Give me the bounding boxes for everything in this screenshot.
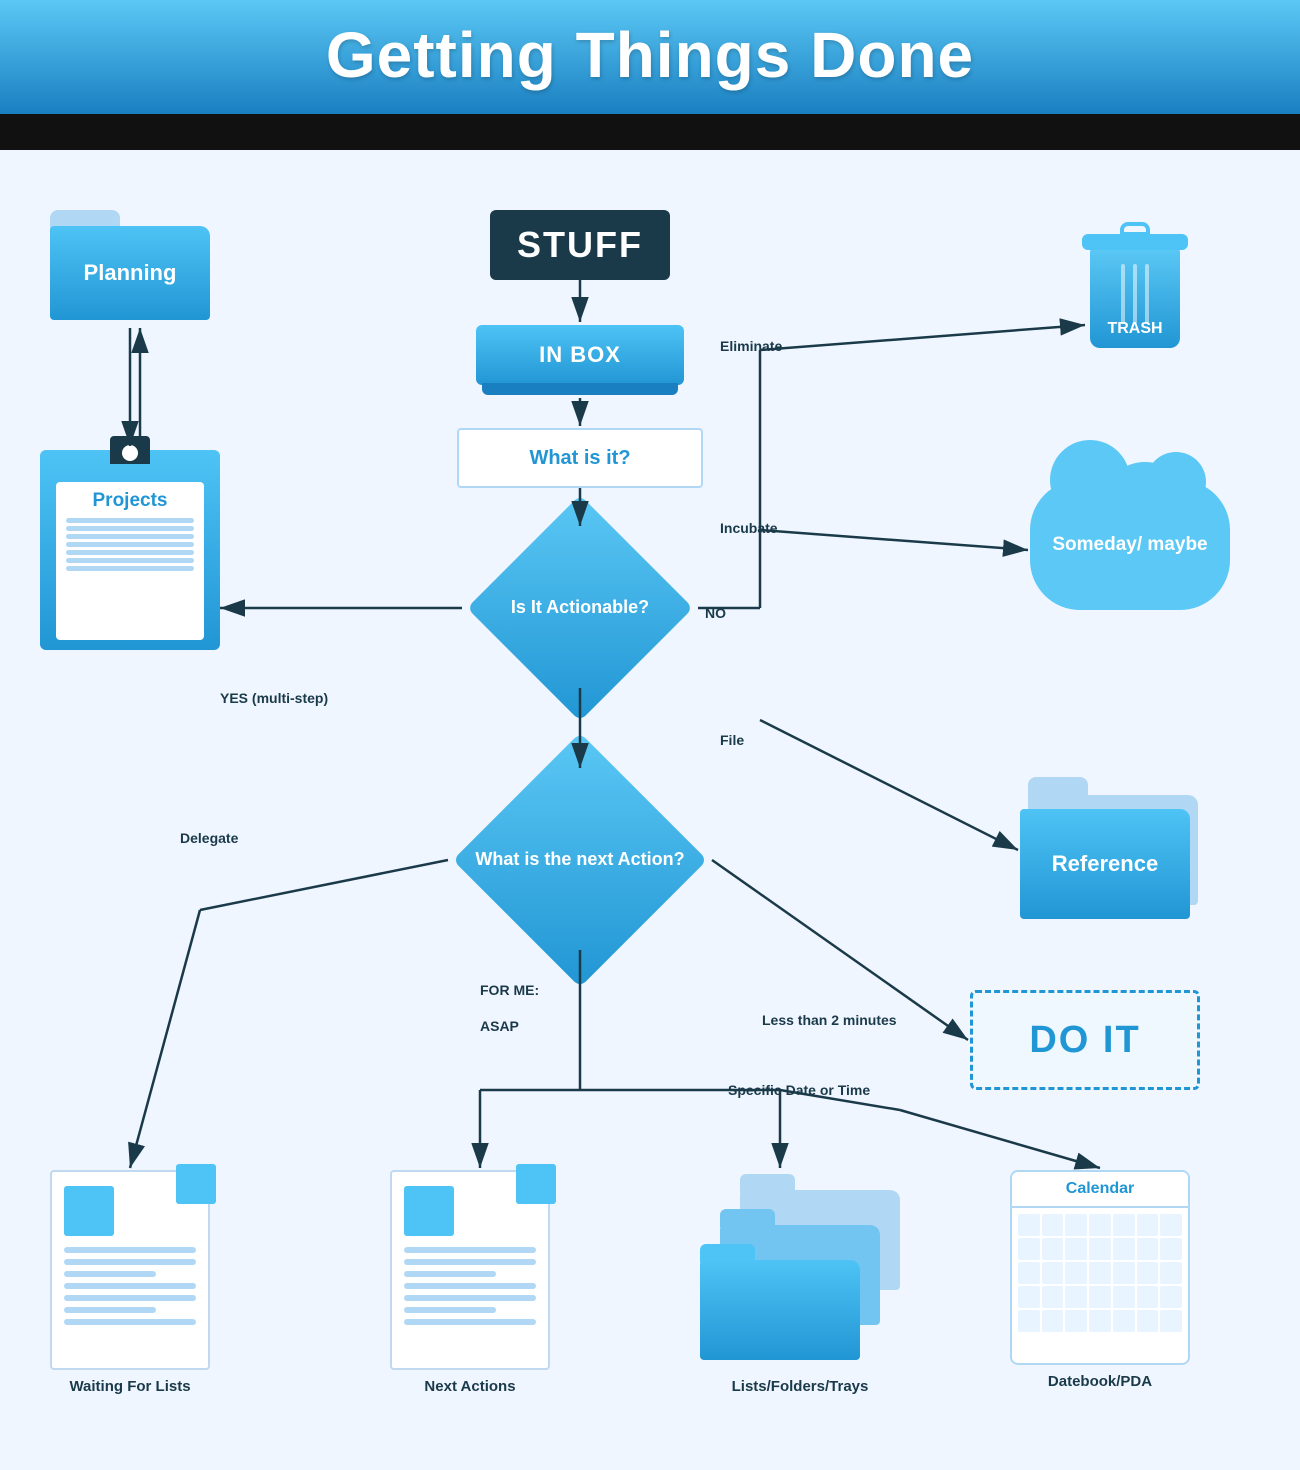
eliminate-label: Eliminate	[720, 338, 782, 354]
next-actions-doc: Next Actions	[390, 1170, 550, 1395]
planning-folder-icon: Planning	[50, 210, 210, 320]
specific-date-label: Specific Date or Time	[728, 1082, 870, 1098]
page-header: Getting Things Done	[0, 0, 1300, 114]
actionable-label: Is It Actionable?	[462, 528, 698, 688]
doit-box: DO IT	[970, 990, 1200, 1090]
yes-multistep-label: YES (multi-step)	[220, 690, 328, 706]
for-me-label: FOR ME:	[480, 982, 539, 998]
file-label: File	[720, 732, 744, 748]
black-bar	[0, 114, 1300, 150]
someday-cloud: Someday/ maybe	[1030, 480, 1230, 610]
planning-folder: Planning	[50, 210, 210, 320]
whatisit-box: What is it?	[457, 428, 703, 488]
stuff-box: STUFF	[490, 210, 670, 280]
asap-label: ASAP	[480, 1018, 519, 1034]
lists-folders-doc: Lists/Folders/Trays	[700, 1170, 900, 1395]
page-title: Getting Things Done	[0, 18, 1300, 92]
waiting-doc: Waiting For Lists	[50, 1170, 210, 1395]
next-action-diamond: What is the next Action?	[448, 770, 712, 950]
incubate-label: Incubate	[720, 520, 778, 536]
actionable-diamond: Is It Actionable?	[462, 528, 698, 688]
diagram: STUFF IN BOX What is it? Is It Actionabl…	[0, 150, 1300, 1470]
no-label: NO	[705, 605, 726, 621]
trash-container: TRASH	[1090, 240, 1180, 348]
less-than-2-label: Less than 2 minutes	[762, 1012, 897, 1028]
inbox-box: IN BOX	[476, 325, 684, 385]
delegate-label: Delegate	[180, 830, 238, 846]
datebook-doc: Calendar	[1010, 1170, 1190, 1390]
projects-clipboard: Projects	[40, 450, 220, 650]
next-action-label: What is the next Action?	[448, 770, 712, 950]
trash-can: TRASH	[1090, 248, 1180, 348]
